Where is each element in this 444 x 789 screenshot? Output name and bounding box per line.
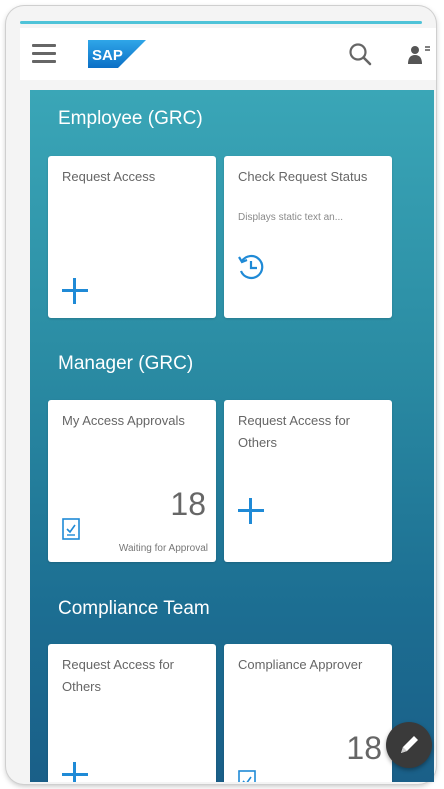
tile-check-request-status[interactable]: Check Request Status Displays static tex… bbox=[224, 156, 392, 318]
shell-header: SAP bbox=[20, 28, 436, 80]
group-title-manager: Manager (GRC) bbox=[58, 353, 194, 374]
tile-compliance-approver[interactable]: Compliance Approver 18 bbox=[224, 644, 392, 782]
tile-title: Request Access bbox=[62, 169, 156, 184]
top-accent-line bbox=[20, 21, 422, 24]
tile-my-access-approvals[interactable]: My Access Approvals 18 Waiting for Appro… bbox=[48, 400, 216, 562]
tile-title: Check Request Status bbox=[238, 169, 368, 184]
edit-fab-button[interactable] bbox=[386, 722, 432, 768]
pencil-edit-icon bbox=[401, 736, 418, 753]
tile-title: Request Access for Others bbox=[238, 413, 350, 450]
tile-request-access-for-others-compliance[interactable]: Request Access for Others bbox=[48, 644, 216, 782]
device-frame: SAP Employee (GRC) Request Access Check … bbox=[6, 6, 436, 784]
approvals-count: 18 bbox=[170, 486, 206, 522]
user-menu-icon[interactable] bbox=[406, 40, 432, 68]
tile-subtitle: Displays static text an... bbox=[238, 212, 344, 223]
launchpad-content: Employee (GRC) Request Access Check Requ… bbox=[30, 90, 434, 782]
approvals-document-icon bbox=[238, 770, 256, 782]
search-icon[interactable] bbox=[346, 40, 374, 68]
approvals-document-icon bbox=[62, 518, 80, 540]
tile-title: Request Access for Others bbox=[62, 657, 174, 694]
hamburger-menu-icon[interactable] bbox=[32, 44, 56, 64]
tile-footer: Waiting for Approval bbox=[118, 543, 208, 554]
approver-count: 18 bbox=[346, 730, 382, 766]
plus-icon bbox=[60, 276, 90, 306]
sap-logo: SAP bbox=[88, 40, 146, 68]
tile-title: Compliance Approver bbox=[238, 657, 363, 672]
plus-icon bbox=[236, 496, 266, 526]
tile-request-access-for-others[interactable]: Request Access for Others bbox=[224, 400, 392, 562]
tile-request-access[interactable]: Request Access bbox=[48, 156, 216, 318]
tile-title: My Access Approvals bbox=[62, 413, 185, 428]
group-title-employee: Employee (GRC) bbox=[58, 108, 203, 129]
history-clock-icon bbox=[238, 254, 264, 280]
plus-icon bbox=[60, 760, 90, 782]
group-title-compliance: Compliance Team bbox=[58, 598, 210, 619]
sap-logo-text: SAP bbox=[92, 47, 123, 64]
